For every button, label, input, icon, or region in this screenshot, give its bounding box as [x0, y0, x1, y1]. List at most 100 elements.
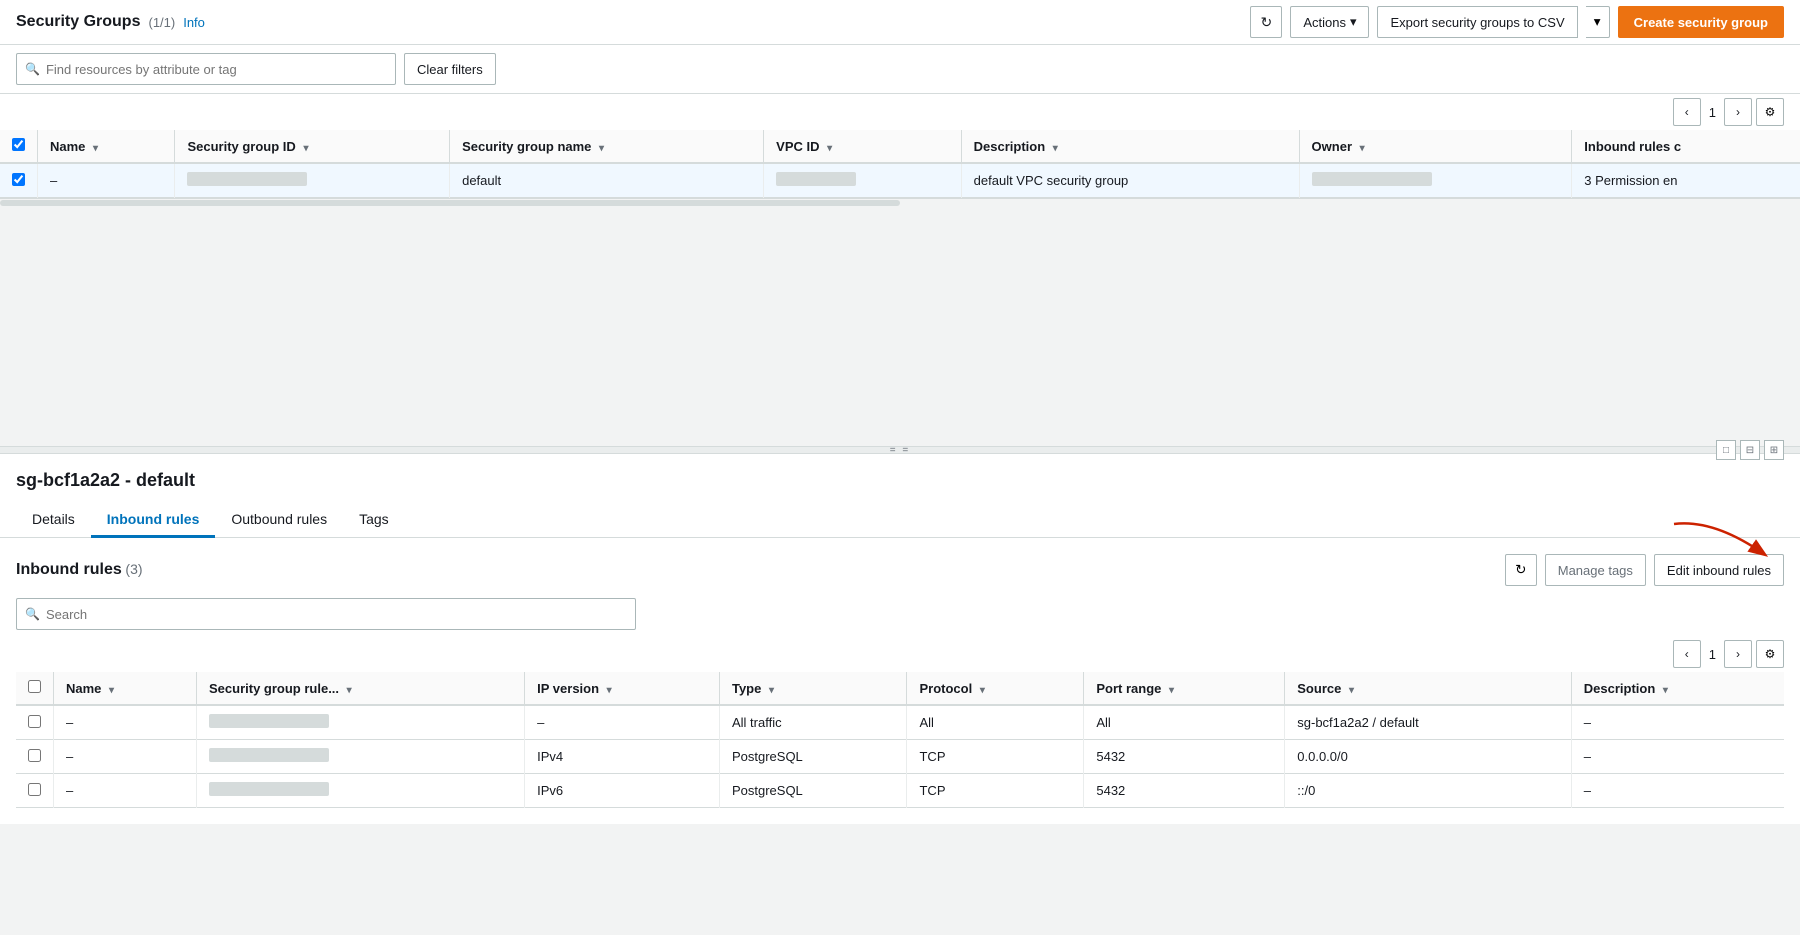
col-name[interactable]: Name ▾	[38, 130, 175, 163]
inbound-table-row[interactable]: – IPv4 PostgreSQL TCP 5432 0.0.0.0/0 –	[16, 740, 1784, 774]
inbound-col-protocol-label: Protocol	[919, 681, 972, 696]
inbound-col-type-label: Type	[732, 681, 761, 696]
inbound-row-checkbox-1[interactable]	[28, 715, 41, 728]
top-bar: Security Groups (1/1) Info ↻ Actions ▾ E…	[0, 0, 1800, 45]
col-sg-name-sort-icon: ▾	[599, 143, 604, 154]
col-description[interactable]: Description ▾	[961, 130, 1299, 163]
inbound-col-port-range[interactable]: Port range ▾	[1084, 672, 1285, 705]
inbound-select-all-checkbox[interactable]	[28, 680, 41, 693]
inbound-header: Inbound rules (3) ↻ Manage tags Edit inb…	[16, 554, 1784, 586]
export-button[interactable]: Export security groups to CSV	[1377, 6, 1577, 38]
clear-filters-button[interactable]: Clear filters	[404, 53, 496, 85]
inbound-col-ip-version[interactable]: IP version ▾	[525, 672, 720, 705]
inbound-actions: ↻ Manage tags Edit inbound rules	[1505, 554, 1784, 586]
top-bar-right: ↻ Actions ▾ Export security groups to CS…	[1250, 6, 1784, 38]
inbound-col-source[interactable]: Source ▾	[1285, 672, 1572, 705]
row-checkbox[interactable]	[12, 173, 25, 186]
manage-tags-button[interactable]: Manage tags	[1545, 554, 1646, 586]
inbound-next-button[interactable]: ›	[1724, 640, 1752, 668]
inbound-row-type-3: PostgreSQL	[719, 774, 907, 808]
actions-button[interactable]: Actions ▾	[1290, 6, 1369, 38]
col-sg-id[interactable]: Security group ID ▾	[175, 130, 450, 163]
inbound-row-name-2: –	[54, 740, 197, 774]
resize-icon-2[interactable]: ⊟	[1740, 440, 1760, 460]
inbound-select-all-col	[16, 672, 54, 705]
tab-inbound-rules[interactable]: Inbound rules	[91, 503, 216, 538]
inbound-row-name-3: –	[54, 774, 197, 808]
inbound-row-port-1: All	[1084, 705, 1285, 740]
resize-icon-3[interactable]: ⊞	[1764, 440, 1784, 460]
inbound-col-port-sort-icon: ▾	[1169, 685, 1174, 696]
tab-outbound-rules[interactable]: Outbound rules	[215, 503, 343, 538]
table-row[interactable]: – default default VPC security group 3 P…	[0, 163, 1800, 198]
inbound-table-body: – – All traffic All All sg-bcf1a2a2 / de…	[16, 705, 1784, 808]
inbound-col-name[interactable]: Name ▾	[54, 672, 197, 705]
tab-details[interactable]: Details	[16, 503, 91, 538]
row-checkbox-cell	[0, 163, 38, 198]
inbound-row-checkbox-3[interactable]	[28, 783, 41, 796]
inbound-search-input[interactable]	[46, 607, 627, 622]
table-body: – default default VPC security group 3 P…	[0, 163, 1800, 198]
inbound-rules-panel: Inbound rules (3) ↻ Manage tags Edit inb…	[0, 538, 1800, 824]
inbound-rules-table: Name ▾ Security group rule... ▾ IP versi…	[16, 672, 1784, 808]
col-inbound-label: Inbound rules c	[1584, 139, 1681, 154]
create-security-group-button[interactable]: Create security group	[1618, 6, 1784, 38]
inbound-refresh-button[interactable]: ↻	[1505, 554, 1537, 586]
sg-rule-redacted-1	[209, 714, 329, 728]
resize-icon-1[interactable]: □	[1716, 440, 1736, 460]
col-name-sort-icon: ▾	[93, 143, 98, 154]
prev-page-button[interactable]: ‹	[1673, 98, 1701, 126]
inbound-col-description[interactable]: Description ▾	[1571, 672, 1784, 705]
actions-label: Actions	[1303, 15, 1346, 30]
col-sg-name[interactable]: Security group name ▾	[450, 130, 764, 163]
row-name-cell: –	[38, 163, 175, 198]
col-vpc-id[interactable]: VPC ID ▾	[764, 130, 962, 163]
inbound-pagination-settings-button[interactable]: ⚙	[1756, 640, 1784, 668]
inbound-col-type-sort-icon: ▾	[769, 685, 774, 696]
inbound-row-desc-2: –	[1571, 740, 1784, 774]
inbound-col-name-sort-icon: ▾	[109, 685, 114, 696]
inbound-row-name-1: –	[54, 705, 197, 740]
info-link[interactable]: Info	[183, 15, 205, 30]
tab-tags[interactable]: Tags	[343, 503, 405, 538]
next-page-button[interactable]: ›	[1724, 98, 1752, 126]
edit-inbound-rules-button[interactable]: Edit inbound rules	[1654, 554, 1784, 586]
inbound-table-row[interactable]: – IPv6 PostgreSQL TCP 5432 ::/0 –	[16, 774, 1784, 808]
select-all-checkbox[interactable]	[12, 138, 25, 151]
inbound-table-row[interactable]: – – All traffic All All sg-bcf1a2a2 / de…	[16, 705, 1784, 740]
lower-section: sg-bcf1a2a2 - default Details Inbound ru…	[0, 454, 1800, 824]
inbound-col-sg-rule[interactable]: Security group rule... ▾	[197, 672, 525, 705]
owner-redacted	[1312, 172, 1432, 186]
tab-details-label: Details	[32, 511, 75, 527]
horizontal-scrollbar[interactable]	[0, 198, 1800, 206]
search-input[interactable]	[46, 62, 387, 77]
page-title: Security Groups	[16, 13, 140, 31]
inbound-col-type[interactable]: Type ▾	[719, 672, 907, 705]
sg-rule-redacted-2	[209, 748, 329, 762]
tab-tags-label: Tags	[359, 511, 389, 527]
inbound-col-ip-sort-icon: ▾	[607, 685, 612, 696]
export-dropdown-button[interactable]: ▾	[1586, 6, 1610, 38]
row-vpc-id-cell	[764, 163, 962, 198]
search-icon: 🔍	[25, 62, 40, 76]
col-owner[interactable]: Owner ▾	[1299, 130, 1572, 163]
inbound-row-port-3: 5432	[1084, 774, 1285, 808]
col-name-label: Name	[50, 139, 85, 154]
pagination-settings-button[interactable]: ⚙	[1756, 98, 1784, 126]
inbound-row-checkbox-2[interactable]	[28, 749, 41, 762]
inbound-col-desc-sort-icon: ▾	[1663, 685, 1668, 696]
inbound-col-protocol[interactable]: Protocol ▾	[907, 672, 1084, 705]
inbound-title: Inbound rules	[16, 561, 122, 578]
tab-inbound-rules-label: Inbound rules	[107, 511, 200, 527]
inbound-col-source-sort-icon: ▾	[1349, 685, 1354, 696]
resize-icons: □ ⊟ ⊞	[1716, 440, 1784, 460]
inbound-prev-button[interactable]: ‹	[1673, 640, 1701, 668]
row-owner-cell	[1299, 163, 1572, 198]
inbound-row-source-2: 0.0.0.0/0	[1285, 740, 1572, 774]
refresh-button[interactable]: ↻	[1250, 6, 1282, 38]
col-vpc-id-sort-icon: ▾	[827, 143, 832, 154]
inbound-count: (3)	[125, 561, 142, 577]
inbound-row-ip-3: IPv6	[525, 774, 720, 808]
select-all-col	[0, 130, 38, 163]
resize-handle[interactable]: = = □ ⊟ ⊞	[0, 446, 1800, 454]
